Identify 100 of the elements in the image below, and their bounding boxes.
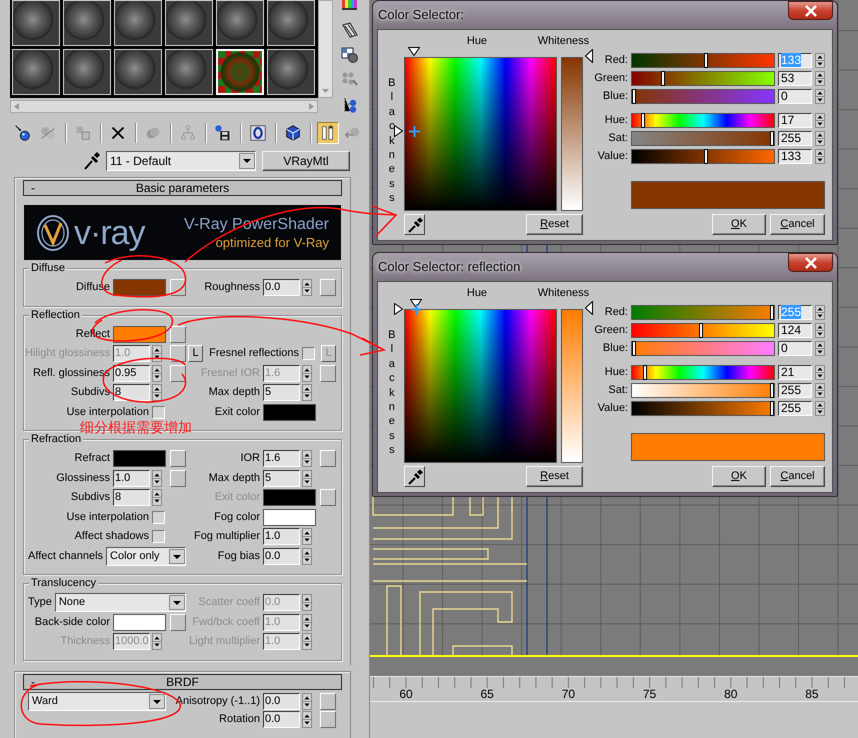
color-swatch[interactable] xyxy=(113,450,166,468)
spinner-button[interactable] xyxy=(302,528,312,546)
material-slot[interactable] xyxy=(114,0,162,46)
spinner-button[interactable] xyxy=(815,383,825,398)
color-swatch[interactable] xyxy=(113,326,166,343)
number-field[interactable]: 1.0 xyxy=(263,528,300,546)
slider-thumb[interactable] xyxy=(704,53,708,68)
map-button[interactable] xyxy=(320,279,336,296)
spinner-button[interactable] xyxy=(152,470,162,487)
map-button[interactable] xyxy=(170,614,186,631)
spinner-button[interactable] xyxy=(815,401,825,416)
spinner-button[interactable] xyxy=(152,489,162,506)
blackness-marker[interactable] xyxy=(394,303,403,315)
whiteness-bar[interactable] xyxy=(560,57,583,211)
spinner-button[interactable] xyxy=(302,450,312,468)
close-button[interactable] xyxy=(788,1,833,20)
rollout-header[interactable]: - BRDF xyxy=(23,674,342,690)
gradient-slider[interactable] xyxy=(631,89,775,104)
gradient-slider[interactable] xyxy=(631,113,775,128)
spinner-button[interactable] xyxy=(815,365,825,380)
spinner-button[interactable] xyxy=(152,364,162,382)
material-slot[interactable] xyxy=(267,0,315,46)
gradient-slider[interactable] xyxy=(631,131,775,146)
dropdown[interactable]: Ward xyxy=(28,692,166,711)
number-field[interactable]: 1.0 xyxy=(113,470,150,487)
number-field[interactable]: 0.0 xyxy=(263,279,300,296)
material-type-button[interactable]: VRayMtl xyxy=(262,151,350,171)
number-field[interactable]: 0.0 xyxy=(263,693,300,710)
number-field[interactable]: 0.0 xyxy=(263,711,300,728)
gradient-slider[interactable] xyxy=(631,383,775,398)
slider-thumb[interactable] xyxy=(660,71,665,86)
number-field[interactable]: 0 xyxy=(778,89,812,104)
map-button[interactable] xyxy=(170,450,186,468)
map-button[interactable] xyxy=(170,470,186,487)
cancel-button[interactable]: Cancel xyxy=(770,214,825,235)
gradient-slider[interactable] xyxy=(631,149,775,164)
number-field[interactable]: 133 xyxy=(778,149,812,164)
checkbox[interactable] xyxy=(152,510,165,524)
eyedropper-button[interactable] xyxy=(404,214,425,235)
cancel-button[interactable]: Cancel xyxy=(770,466,825,487)
color-swatch[interactable] xyxy=(263,404,316,421)
color-picker-field[interactable] xyxy=(404,309,557,463)
dropdown[interactable]: None xyxy=(54,593,186,612)
gradient-slider[interactable] xyxy=(631,365,775,380)
color-swatch[interactable] xyxy=(113,279,166,296)
spinner-button[interactable] xyxy=(302,364,312,382)
checkbox[interactable] xyxy=(152,530,165,544)
material-slot[interactable] xyxy=(12,0,60,46)
spinner-button[interactable] xyxy=(815,305,825,320)
material-slot[interactable] xyxy=(12,49,60,95)
slider-thumb[interactable] xyxy=(770,305,774,320)
reset-button[interactable]: Reset xyxy=(526,466,583,487)
ok-button[interactable]: OK xyxy=(712,466,766,487)
number-field[interactable]: 124 xyxy=(778,323,812,338)
number-field[interactable]: 255 xyxy=(778,383,812,398)
gradient-slider[interactable] xyxy=(631,71,775,86)
number-field[interactable]: 255 xyxy=(778,131,812,146)
slider-thumb[interactable] xyxy=(770,131,774,146)
spinner-button[interactable] xyxy=(815,113,825,128)
number-field[interactable]: 5 xyxy=(263,470,300,487)
slider-thumb[interactable] xyxy=(770,401,774,416)
dots-icon[interactable] xyxy=(341,71,359,87)
number-field[interactable]: 255 xyxy=(778,401,812,416)
slider-thumb[interactable] xyxy=(643,365,648,380)
number-field[interactable]: 8 xyxy=(113,489,150,506)
checker-sphere-icon[interactable] xyxy=(341,47,359,63)
whiteness-marker[interactable] xyxy=(584,301,593,315)
number-field[interactable]: 1.6 xyxy=(263,450,300,468)
material-slot[interactable] xyxy=(165,0,213,46)
spinner-button[interactable] xyxy=(815,149,825,164)
number-field[interactable]: 0.95 xyxy=(113,364,150,382)
film-strip-icon[interactable] xyxy=(341,22,359,38)
map-button[interactable] xyxy=(170,326,186,343)
number-field[interactable]: 0.0 xyxy=(263,548,300,565)
eyedropper-icon[interactable] xyxy=(82,151,100,171)
slider-thumb[interactable] xyxy=(704,149,708,164)
spinner-button[interactable] xyxy=(302,633,312,650)
spinner-button[interactable] xyxy=(152,633,162,650)
spinner-button[interactable] xyxy=(815,53,825,68)
gradient-slider[interactable] xyxy=(631,305,775,320)
color-picker-field[interactable] xyxy=(404,57,557,211)
whiteness-bar[interactable] xyxy=(560,309,583,463)
material-slot[interactable] xyxy=(114,49,162,95)
vertical-scrollbar[interactable] xyxy=(318,0,333,98)
slider-thumb[interactable] xyxy=(770,383,774,398)
spinner-button[interactable] xyxy=(302,279,312,296)
color-swatch[interactable] xyxy=(113,614,166,631)
checkbox[interactable] xyxy=(152,406,165,419)
slider-thumb[interactable] xyxy=(699,323,704,338)
whiteness-marker[interactable] xyxy=(584,49,593,63)
number-field[interactable]: 17 xyxy=(778,113,812,128)
material-slot[interactable] xyxy=(63,49,111,95)
number-field[interactable]: 53 xyxy=(778,71,812,86)
number-field[interactable]: 8 xyxy=(113,384,150,402)
gradient-slider[interactable] xyxy=(631,53,775,68)
material-name-dropdown[interactable]: 11 - Default xyxy=(106,151,256,171)
spinner-button[interactable] xyxy=(302,711,312,728)
bars-icon[interactable] xyxy=(317,122,339,144)
spinner-button[interactable] xyxy=(302,693,312,710)
spinner-button[interactable] xyxy=(302,594,312,612)
